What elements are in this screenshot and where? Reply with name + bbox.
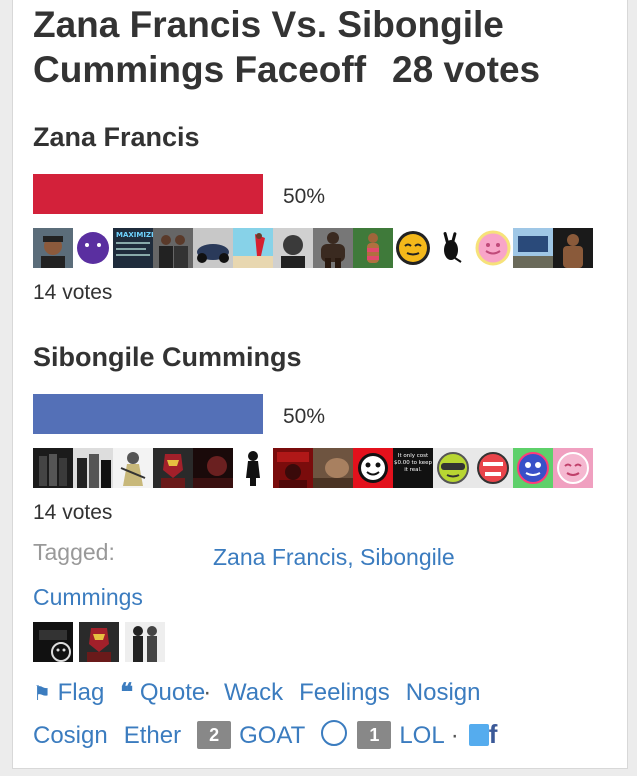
voter-avatar[interactable] xyxy=(33,448,73,488)
voter-avatar[interactable] xyxy=(473,228,513,268)
wack-button[interactable]: Wack xyxy=(224,679,283,706)
voter-avatar[interactable]: It only cost $0.00 to keep it real. xyxy=(393,448,433,488)
smile-icon[interactable] xyxy=(321,720,348,746)
vote-percent-2: 50% xyxy=(283,405,326,428)
poll-card: Zana Francis Vs. Sibongile Cummings Face… xyxy=(12,0,628,769)
nosign-button[interactable]: Nosign xyxy=(406,679,481,706)
voter-avatar[interactable] xyxy=(153,228,193,268)
total-votes: 28 votes xyxy=(392,49,541,90)
vote-percent-1: 50% xyxy=(283,185,326,208)
voter-avatar[interactable] xyxy=(353,448,393,488)
lol-button[interactable]: LOL xyxy=(399,722,444,749)
voter-avatar[interactable] xyxy=(273,228,313,268)
quote-label: Quote xyxy=(139,679,206,706)
voter-avatar[interactable] xyxy=(193,448,233,488)
candidate-name-1: Zana Francis xyxy=(33,122,200,152)
tag-list: Zana Francis, Sibongile Cummings xyxy=(33,544,455,610)
voter-avatar[interactable] xyxy=(73,448,113,488)
voter-avatar[interactable] xyxy=(393,228,433,268)
cost-text: It only cost $0.00 to keep it real. xyxy=(394,453,432,473)
voter-avatar[interactable] xyxy=(433,228,473,268)
voter-avatar[interactable] xyxy=(433,448,473,488)
voter-avatar[interactable] xyxy=(153,448,193,488)
voter-avatar[interactable] xyxy=(513,228,553,268)
voter-avatar[interactable] xyxy=(73,228,113,268)
maximize-text: MAXIMIZE xyxy=(116,231,153,239)
attached-thumb[interactable] xyxy=(125,622,165,662)
vote-count-1: 14 votes xyxy=(33,281,113,304)
quote-icon: ❝ xyxy=(120,679,134,706)
twitter-icon[interactable] xyxy=(468,724,489,746)
ether-button[interactable]: Ether xyxy=(124,722,181,749)
goat-button[interactable]: GOAT xyxy=(239,722,305,749)
post-actions: ⚑ Flag ❝ Quote· Wack Feelings Nosign Cosign… xyxy=(33,673,593,756)
attached-thumb[interactable] xyxy=(79,622,119,662)
voter-avatar[interactable] xyxy=(473,448,513,488)
separator-dot: · xyxy=(203,679,212,706)
voter-avatar[interactable] xyxy=(513,448,553,488)
quote-button[interactable]: ❝ Quote xyxy=(120,679,205,706)
separator-dot: · xyxy=(450,722,459,749)
voter-avatar[interactable] xyxy=(193,228,233,268)
flag-button[interactable]: ⚑ Flag xyxy=(33,679,104,706)
cosign-button[interactable]: Cosign xyxy=(33,722,108,749)
voter-avatar[interactable] xyxy=(353,228,393,268)
vote-bar-1[interactable] xyxy=(33,174,263,214)
candidate-name-2: Sibongile Cummings xyxy=(33,342,302,372)
voter-avatar[interactable] xyxy=(33,228,73,268)
voter-avatar[interactable] xyxy=(553,448,593,488)
vote-bar-2[interactable] xyxy=(33,394,263,434)
feelings-button[interactable]: Feelings xyxy=(299,679,390,706)
voter-avatar[interactable]: MAXIMIZE xyxy=(113,228,153,268)
facebook-icon[interactable]: f xyxy=(489,714,498,754)
voter-avatar[interactable] xyxy=(313,448,353,488)
voter-avatar[interactable] xyxy=(553,228,593,268)
flag-label: Flag xyxy=(57,679,105,706)
voter-avatar[interactable] xyxy=(233,448,273,488)
goat-count-badge: 2 xyxy=(197,721,232,749)
voter-avatars-1: MAXIMIZE xyxy=(33,228,593,268)
tag-link[interactable]: Zana Francis xyxy=(213,544,347,570)
flag-icon: ⚑ xyxy=(33,683,51,705)
lol-count-badge: 1 xyxy=(357,721,392,749)
voter-avatar[interactable] xyxy=(113,448,153,488)
voter-avatar[interactable] xyxy=(233,228,273,268)
poll-title: Zana Francis Vs. Sibongile Cummings Face… xyxy=(33,2,613,92)
attached-thumb[interactable] xyxy=(33,622,73,662)
voter-avatars-2: It only cost $0.00 to keep it real. xyxy=(33,448,593,488)
vote-count-2: 14 votes xyxy=(33,501,113,524)
voter-avatar[interactable] xyxy=(273,448,313,488)
attached-thumbs xyxy=(33,622,165,662)
voter-avatar[interactable] xyxy=(313,228,353,268)
